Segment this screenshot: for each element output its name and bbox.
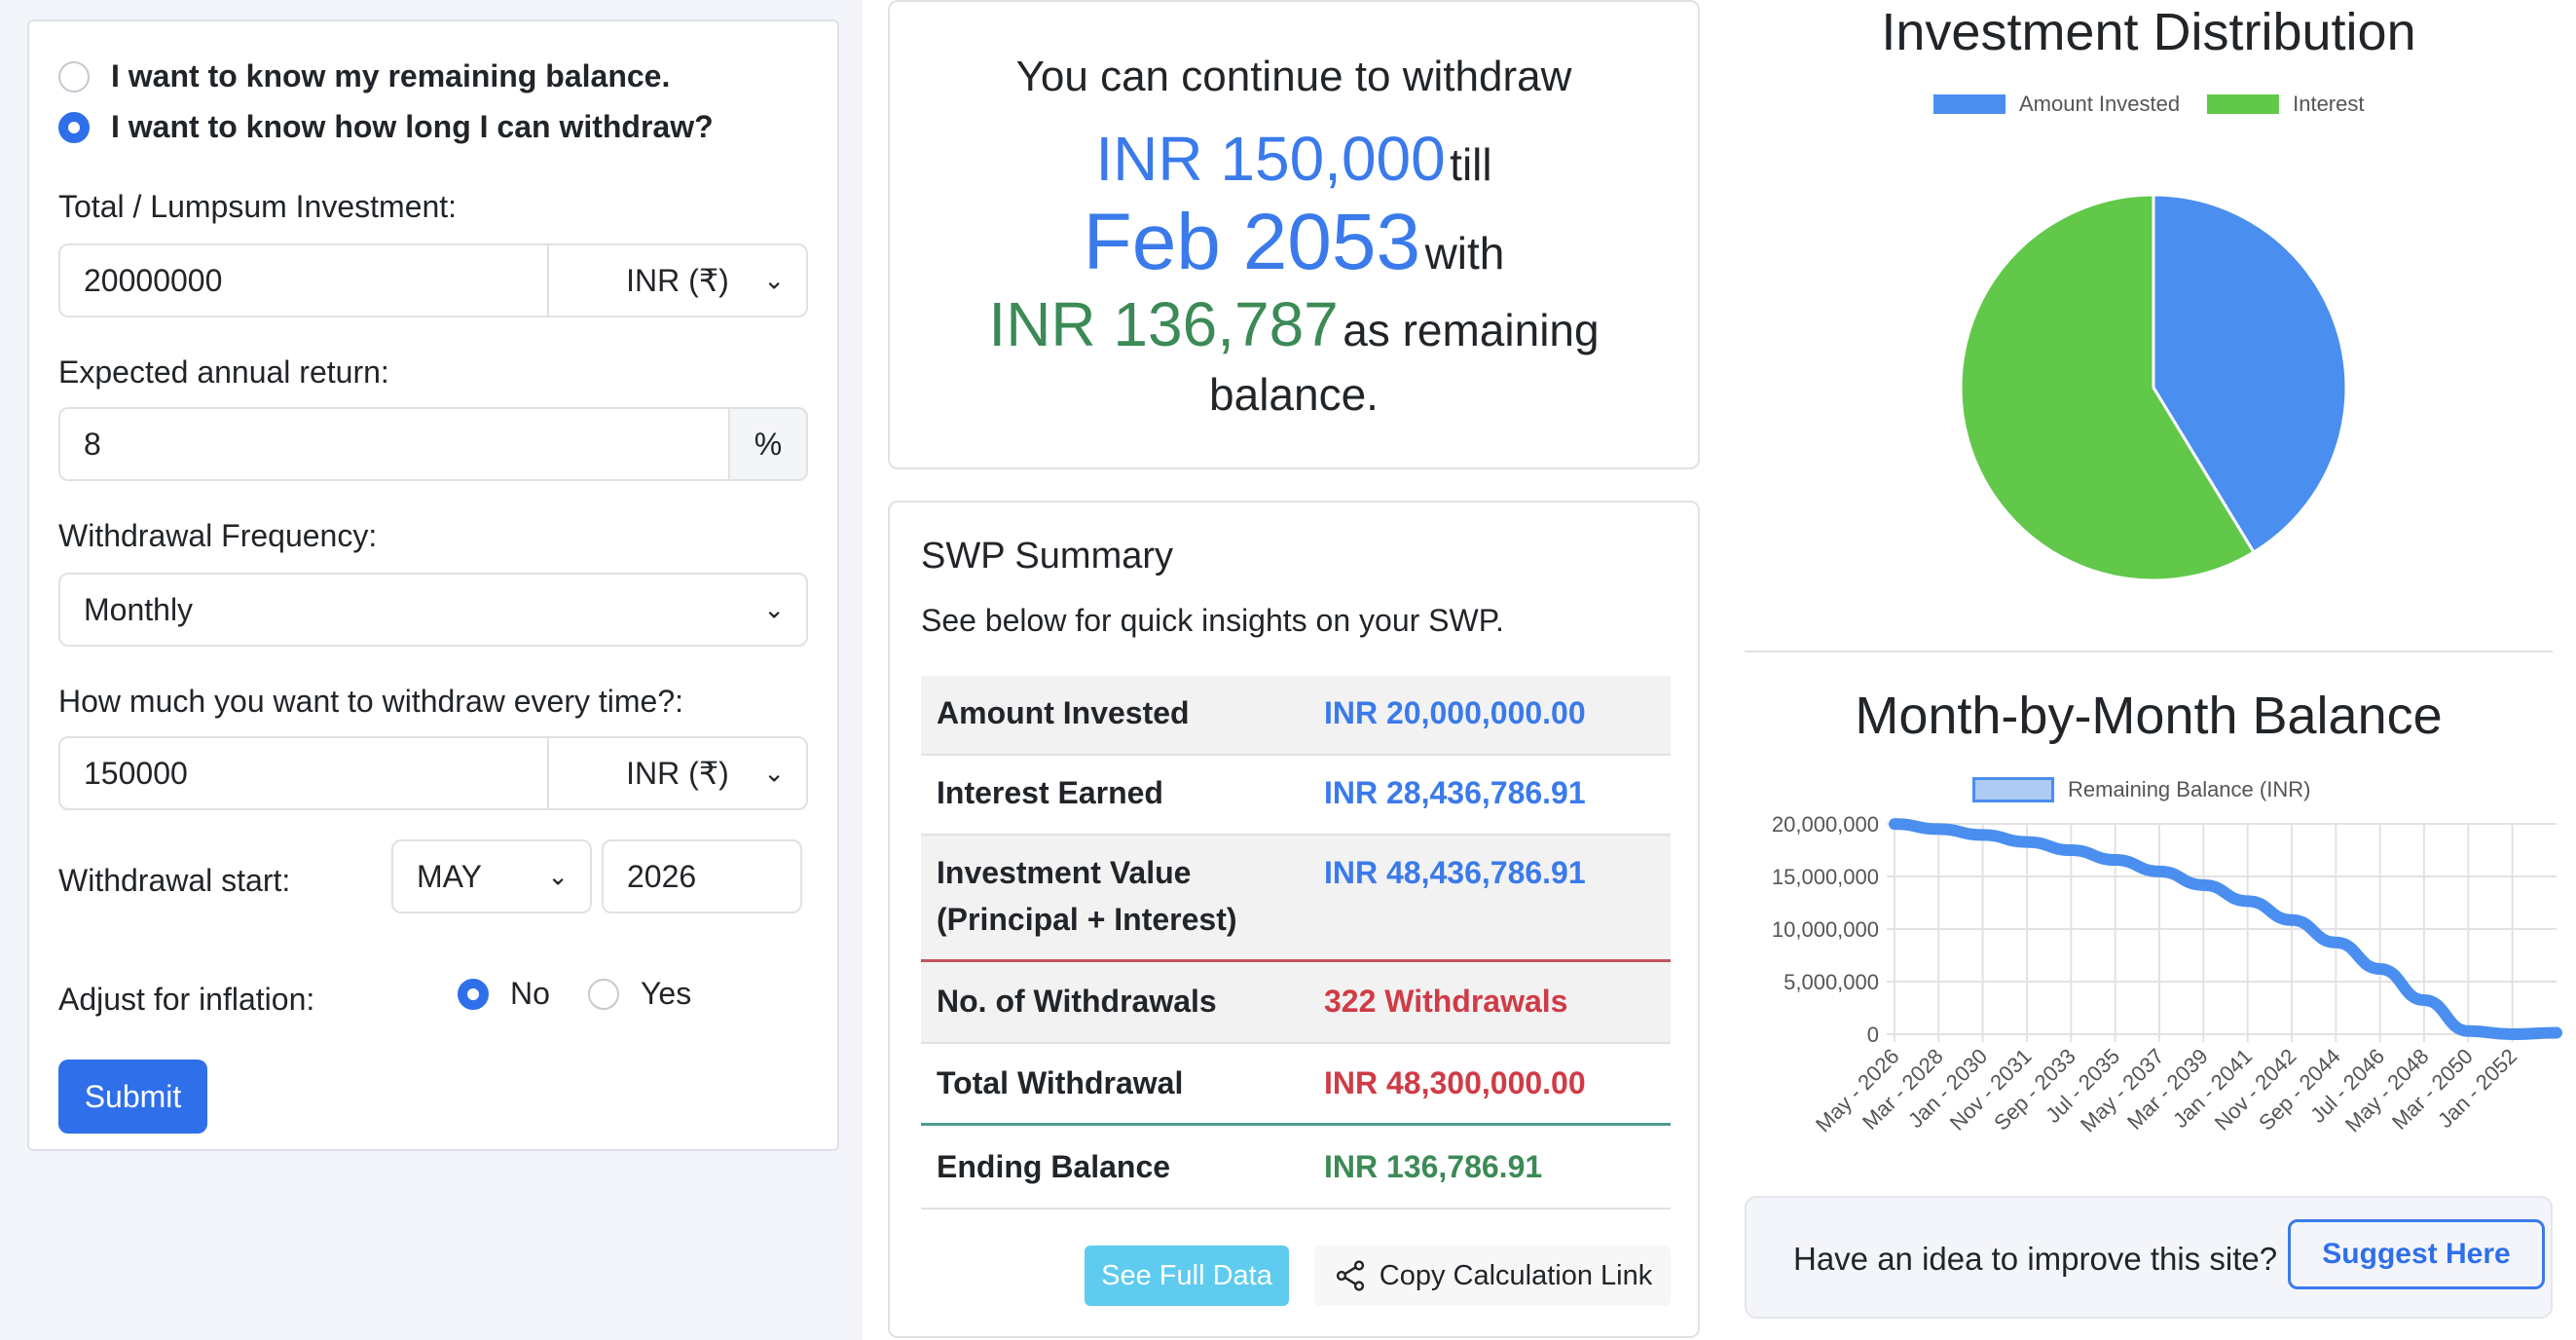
investment-label: Total / Lumpsum Investment:: [58, 189, 458, 224]
start-label: Withdrawal start:: [58, 863, 291, 898]
end-date: Feb 2053: [1083, 198, 1421, 286]
pie-legend: Amount Invested Interest: [1933, 92, 2364, 117]
row-value: INR 28,436,786.91: [1324, 775, 1586, 810]
row-key: Total Withdrawal: [937, 1065, 1184, 1100]
pie-chart-title: Investment Distribution: [1881, 3, 2416, 61]
summary-title: SWP Summary: [921, 536, 1174, 577]
suggest-box: Have an idea to improve this site? Sugge…: [1745, 1196, 2553, 1319]
y-tick-label: 10,000,000: [1772, 917, 1879, 942]
return-label: Expected annual return:: [58, 354, 389, 390]
see-full-data-button[interactable]: See Full Data: [1085, 1246, 1289, 1306]
row-value: INR 136,786.91: [1324, 1149, 1543, 1184]
y-tick-label: 0: [1867, 1023, 1879, 1047]
y-tick-label: 20,000,000: [1772, 812, 1879, 837]
till-word: till: [1450, 139, 1492, 190]
withdraw-currency-select[interactable]: INR (₹) ⌄: [549, 736, 808, 810]
chevron-down-icon: ⌄: [763, 594, 785, 624]
summary-table: Amount Invested INR 20,000,000.00 Intere…: [921, 676, 1671, 1210]
swp-summary-card: SWP Summary See below for quick insights…: [888, 501, 1700, 1338]
result-card: You can continue to withdraw INR 150,000…: [888, 0, 1700, 469]
share-icon: [1336, 1260, 1364, 1291]
inflation-yes-label: Yes: [641, 976, 692, 1011]
inflation-no-label: No: [510, 976, 550, 1011]
legend-label-invested: Amount Invested: [2019, 92, 2181, 116]
suggest-here-button[interactable]: Suggest Here: [2288, 1219, 2545, 1289]
chevron-down-icon: ⌄: [763, 265, 785, 295]
remaining-suffix: as remaining: [1343, 305, 1600, 355]
investment-input[interactable]: 20000000: [58, 243, 549, 317]
submit-button[interactable]: Submit: [58, 1060, 207, 1134]
inflation-option-no[interactable]: No: [458, 976, 550, 1012]
swp-form: I want to know my remaining balance. I w…: [27, 19, 839, 1151]
legend-swatch-interest: [2207, 94, 2280, 114]
withdraw-amount: INR 150,000: [1095, 124, 1446, 194]
mode-option-label: I want to know my remaining balance.: [111, 58, 671, 93]
table-row: Amount Invested INR 20,000,000.00: [921, 676, 1671, 756]
copy-link-button[interactable]: Copy Calculation Link: [1314, 1246, 1671, 1306]
y-tick-label: 5,000,000: [1784, 970, 1879, 994]
row-key: Ending Balance: [937, 1149, 1171, 1184]
table-row: Ending Balance INR 136,786.91: [921, 1126, 1671, 1210]
balance-line-chart: 20,000,000 15,000,000 10,000,000 5,000,000 0…: [1772, 812, 2562, 1136]
row-key: No. of Withdrawals: [937, 984, 1217, 1019]
return-input[interactable]: 8: [58, 407, 730, 481]
row-value: INR 48,436,786.91: [1324, 855, 1586, 890]
result-date-line: Feb 2053 with: [890, 197, 1698, 288]
frequency-label: Withdrawal Frequency:: [58, 518, 378, 553]
table-row: No. of Withdrawals 322 Withdrawals: [921, 962, 1671, 1044]
row-value: INR 20,000,000.00: [1324, 695, 1586, 730]
mode-option-remaining-balance[interactable]: I want to know my remaining balance.: [58, 58, 670, 94]
start-month-select[interactable]: MAY ⌄: [391, 839, 592, 913]
line-chart-title: Month-by-Month Balance: [1855, 687, 2443, 745]
chevron-down-icon: ⌄: [547, 861, 569, 891]
mode-option-label: I want to know how long I can withdraw?: [111, 109, 714, 144]
legend-swatch-invested: [1933, 94, 2006, 114]
balance-word: balance.: [1209, 369, 1379, 420]
with-word: with: [1424, 228, 1505, 279]
row-key-line2: (Principal + Interest): [937, 902, 1237, 937]
inflation-option-yes[interactable]: Yes: [588, 976, 691, 1012]
withdraw-amount-input[interactable]: 150000: [58, 736, 549, 810]
y-tick-label: 15,000,000: [1772, 865, 1879, 889]
row-value: INR 48,300,000.00: [1324, 1065, 1586, 1100]
withdraw-amount-label: How much you want to withdraw every time…: [58, 684, 684, 719]
result-amount-line: INR 150,000 till: [890, 123, 1698, 195]
radio-inflation-yes[interactable]: [588, 978, 619, 1010]
chevron-down-icon: ⌄: [763, 758, 785, 788]
start-year-input[interactable]: 2026: [602, 839, 802, 913]
frequency-select[interactable]: Monthly ⌄: [58, 573, 808, 647]
table-row: Interest Earned INR 28,436,786.91: [921, 756, 1671, 836]
legend-label-interest: Interest: [2293, 92, 2365, 116]
inflation-label: Adjust for inflation:: [58, 982, 315, 1017]
row-value: 322 Withdrawals: [1324, 984, 1568, 1019]
percent-addon: %: [730, 407, 808, 481]
table-row: Investment Value (Principal + Interest) …: [921, 836, 1671, 962]
result-intro: You can continue to withdraw: [1015, 53, 1572, 100]
summary-subtitle: See below for quick insights on your SWP…: [921, 603, 1504, 638]
row-key: Amount Invested: [937, 695, 1190, 730]
mode-option-withdraw-duration[interactable]: I want to know how long I can withdraw?: [58, 109, 714, 145]
suggest-prompt: Have an idea to improve this site?: [1793, 1241, 2278, 1277]
result-remaining-line: INR 136,787 as remaining: [890, 288, 1698, 360]
investment-currency-select[interactable]: INR (₹) ⌄: [549, 243, 808, 317]
copy-link-label: Copy Calculation Link: [1379, 1259, 1653, 1291]
row-key: Interest Earned: [937, 775, 1163, 810]
remaining-amount: INR 136,787: [988, 289, 1339, 359]
row-key: Investment Value: [937, 855, 1192, 890]
pie-chart: [1959, 193, 2348, 582]
table-row: Total Withdrawal INR 48,300,000.00: [921, 1044, 1671, 1126]
charts-divider: [1745, 651, 2553, 652]
radio-withdraw-duration[interactable]: [58, 111, 90, 143]
radio-remaining-balance[interactable]: [58, 60, 90, 93]
radio-inflation-no[interactable]: [458, 978, 489, 1010]
